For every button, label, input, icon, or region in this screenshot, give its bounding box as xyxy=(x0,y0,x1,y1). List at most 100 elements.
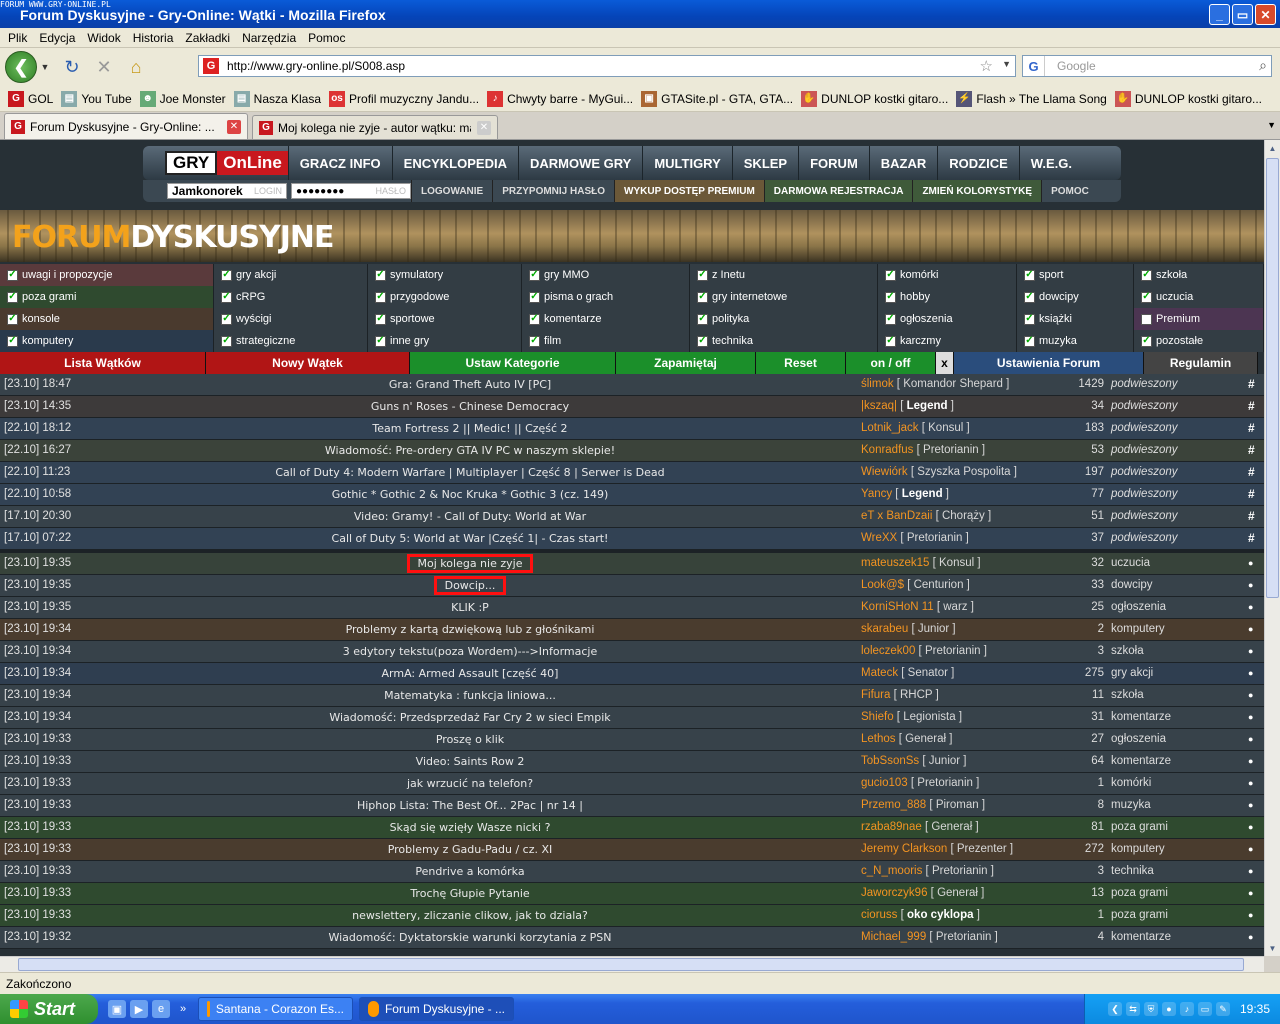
tab-list-icon[interactable]: ▼ xyxy=(1267,120,1276,130)
thread-title-link[interactable]: Call of Duty 5: World at War |Część 1| -… xyxy=(332,532,609,545)
category-checkbox[interactable]: ✓ xyxy=(697,291,708,303)
thread-title[interactable]: Trochę Głupie Pytanie xyxy=(70,887,870,900)
thread-author[interactable]: Lotnik_jack [ Konsul ] xyxy=(861,422,970,434)
category-checkbox[interactable]: ✓ xyxy=(529,313,540,325)
site-menu-item[interactable]: W.E.G. xyxy=(1018,146,1083,180)
thread-title[interactable]: Dowcip... xyxy=(70,576,870,595)
search-icon[interactable]: ⌕ xyxy=(1259,57,1267,74)
thread-row[interactable]: [23.10] 19:33 Skąd się wzięły Wasze nicki… xyxy=(0,817,1264,839)
category-filter[interactable]: ✓ hobby xyxy=(878,286,1017,308)
close-x-button[interactable]: x xyxy=(936,352,954,374)
thread-row[interactable]: [23.10] 19:34 ArmA: Armed Assault [część … xyxy=(0,663,1264,685)
site-submenu-item[interactable]: PRZYPOMNIJ HASŁO xyxy=(492,180,614,202)
thread-author[interactable]: Lethos [ Generał ] xyxy=(861,733,952,745)
category-checkbox[interactable]: ✓ xyxy=(697,313,708,325)
thread-title-link[interactable]: Video: Saints Row 2 xyxy=(416,755,525,768)
tab-close-icon[interactable]: ✕ xyxy=(227,119,241,134)
author-nick[interactable]: skarabeu xyxy=(861,623,908,635)
password-input[interactable]: ●●●●●●●● HASŁO xyxy=(291,183,411,199)
category-filter[interactable]: ✓ karczmy xyxy=(878,330,1017,352)
category-checkbox[interactable]: ✓ xyxy=(221,313,232,325)
pinned-thread-row[interactable]: [17.10] 20:30 Video: Gramy! - Call of Dut… xyxy=(0,506,1264,528)
thread-author[interactable]: Jaworczyk96 [ Generał ] xyxy=(861,887,984,899)
bookmark-item[interactable]: ▣ GTASite.pl - GTA, GTA... xyxy=(641,90,793,107)
category-filter[interactable]: ✓ książki xyxy=(1017,308,1134,330)
thread-title[interactable]: Gra: Grand Theft Auto IV [PC] xyxy=(70,378,870,391)
thread-author[interactable]: loleczek00 [ Pretorianin ] xyxy=(861,645,987,657)
home-icon[interactable]: ⌂ xyxy=(125,56,147,78)
thread-author[interactable]: WreXX [ Pretorianin ] xyxy=(861,532,969,544)
author-nick[interactable]: Michael_999 xyxy=(861,931,926,943)
media-player-icon[interactable]: ▶ xyxy=(130,1000,148,1018)
site-submenu-item[interactable]: WYKUP DOSTĘP PREMIUM xyxy=(614,180,764,202)
thread-author[interactable]: c_N_mooris [ Pretorianin ] xyxy=(861,865,994,877)
author-nick[interactable]: cioruss xyxy=(861,909,897,921)
thread-list-button[interactable]: Lista Wątków xyxy=(0,352,206,374)
category-checkbox[interactable]: ✓ xyxy=(7,291,18,303)
site-menu-item[interactable]: ENCYKLOPEDIA xyxy=(391,146,518,180)
bookmark-item[interactable]: ✋ DUNLOP kostki gitaro... xyxy=(801,90,948,107)
category-checkbox[interactable]: ✓ xyxy=(375,269,386,281)
category-filter[interactable]: ✓ sport xyxy=(1017,264,1134,286)
close-button[interactable]: ✕ xyxy=(1255,4,1276,25)
category-filter[interactable]: ✓ szkoła xyxy=(1134,264,1264,286)
category-filter[interactable]: ✓ komputery xyxy=(0,330,214,352)
thread-author[interactable]: ślimok [ Komandor Shepard ] xyxy=(861,378,1009,390)
bookmark-star-icon[interactable]: ☆ xyxy=(980,57,993,75)
bookmark-item[interactable]: ▤ You Tube xyxy=(61,90,132,107)
thread-row[interactable]: [23.10] 19:35 KLIK :P KorniSHoN 11 [ warz … xyxy=(0,597,1264,619)
thread-row[interactable]: [23.10] 19:33 Pendrive a komórka c_N_moori… xyxy=(0,861,1264,883)
thread-author[interactable]: Look@$ [ Centurion ] xyxy=(861,579,970,591)
author-nick[interactable]: mateuszek15 xyxy=(861,557,929,569)
menu-1[interactable]: Edycja xyxy=(39,31,75,45)
shield-icon[interactable]: ⛨ xyxy=(1143,1002,1158,1016)
thread-row[interactable]: [23.10] 19:33 newslettery, zliczanie clik… xyxy=(0,905,1264,927)
author-nick[interactable]: c_N_mooris xyxy=(861,865,922,877)
author-nick[interactable]: Jaworczyk96 xyxy=(861,887,927,899)
category-checkbox[interactable]: ✓ xyxy=(529,335,540,347)
category-filter[interactable]: ✓ konsole xyxy=(0,308,214,330)
thread-title-link[interactable]: newslettery, zliczanie clikow, jak to dz… xyxy=(352,909,588,922)
taskbar-task[interactable]: Santana - Corazon Es... xyxy=(198,997,353,1021)
tray-arrow-icon[interactable]: ❮ xyxy=(1107,1002,1122,1016)
category-checkbox[interactable]: ✓ xyxy=(375,291,386,303)
thread-title[interactable]: Skąd się wzięły Wasze nicki ? xyxy=(70,821,870,834)
thread-author[interactable]: eT x BanDzaii [ Chorąży ] xyxy=(861,510,991,522)
category-checkbox[interactable]: ✓ xyxy=(697,335,708,347)
thread-row[interactable]: [23.10] 19:34 Matematyka : funkcja liniow… xyxy=(0,685,1264,707)
author-nick[interactable]: gucio103 xyxy=(861,777,908,789)
author-nick[interactable]: WreXX xyxy=(861,532,897,544)
category-filter[interactable]: ✓ symulatory xyxy=(368,264,522,286)
author-nick[interactable]: Konradfus xyxy=(861,444,913,456)
site-submenu-item[interactable]: ZMIEŃ KOLORYSTYKĘ xyxy=(912,180,1042,202)
thread-author[interactable]: |kszaq| [ Legend ] xyxy=(861,400,954,412)
thread-title[interactable]: Video: Saints Row 2 xyxy=(70,755,870,768)
monitor-icon[interactable]: ▭ xyxy=(1197,1002,1212,1016)
thread-author[interactable]: cioruss [ oko cyklopa ] xyxy=(861,909,980,921)
thread-author[interactable]: Jeremy Clarkson [ Prezenter ] xyxy=(861,843,1013,855)
thread-title[interactable]: newslettery, zliczanie clikow, jak to dz… xyxy=(70,909,870,922)
thread-title-link[interactable]: Team Fortress 2 || Medic! || Część 2 xyxy=(372,422,567,435)
bookmark-item[interactable]: ☻ Joe Monster xyxy=(139,90,226,107)
url-dropdown-icon[interactable]: ▼ xyxy=(1002,59,1011,69)
thread-title-link[interactable]: Dowcip... xyxy=(433,576,507,595)
thread-title[interactable]: Problemy z Gadu-Padu / cz. XI xyxy=(70,843,870,856)
gry-online-logo[interactable]: GRY OnLine xyxy=(165,150,288,176)
thread-title[interactable]: ArmA: Armed Assault [część 40] xyxy=(70,667,870,680)
author-nick[interactable]: Wiewiórk xyxy=(861,466,908,478)
thread-title[interactable]: Call of Duty 4: Modern Warfare | Multipl… xyxy=(70,466,870,479)
pinned-thread-row[interactable]: [22.10] 11:23 Call of Duty 4: Modern Warf… xyxy=(0,462,1264,484)
category-checkbox[interactable]: ✓ xyxy=(375,335,386,347)
thread-title-link[interactable]: Problemy z kartą dzwiękową lub z głośnik… xyxy=(346,623,595,636)
thread-row[interactable]: [23.10] 19:34 Wiadomość: Przedsprzedaż Fa… xyxy=(0,707,1264,729)
more-icon[interactable]: » xyxy=(174,1000,192,1018)
search-engine-icon[interactable]: G xyxy=(1023,56,1045,76)
thread-row[interactable]: [23.10] 19:34 Problemy z kartą dzwiękową … xyxy=(0,619,1264,641)
thread-title-link[interactable]: Guns n' Roses - Chinese Democracy xyxy=(371,400,569,413)
new-thread-button[interactable]: Nowy Wątek xyxy=(206,352,410,374)
category-filter[interactable]: ✓ inne gry xyxy=(368,330,522,352)
pinned-thread-row[interactable]: [22.10] 18:12 Team Fortress 2 || Medic! |… xyxy=(0,418,1264,440)
menu-2[interactable]: Widok xyxy=(87,31,120,45)
site-menu-item[interactable]: FORUM xyxy=(798,146,869,180)
pinned-thread-row[interactable]: [22.10] 10:58 Gothic * Gothic 2 & Noc Kru… xyxy=(0,484,1264,506)
